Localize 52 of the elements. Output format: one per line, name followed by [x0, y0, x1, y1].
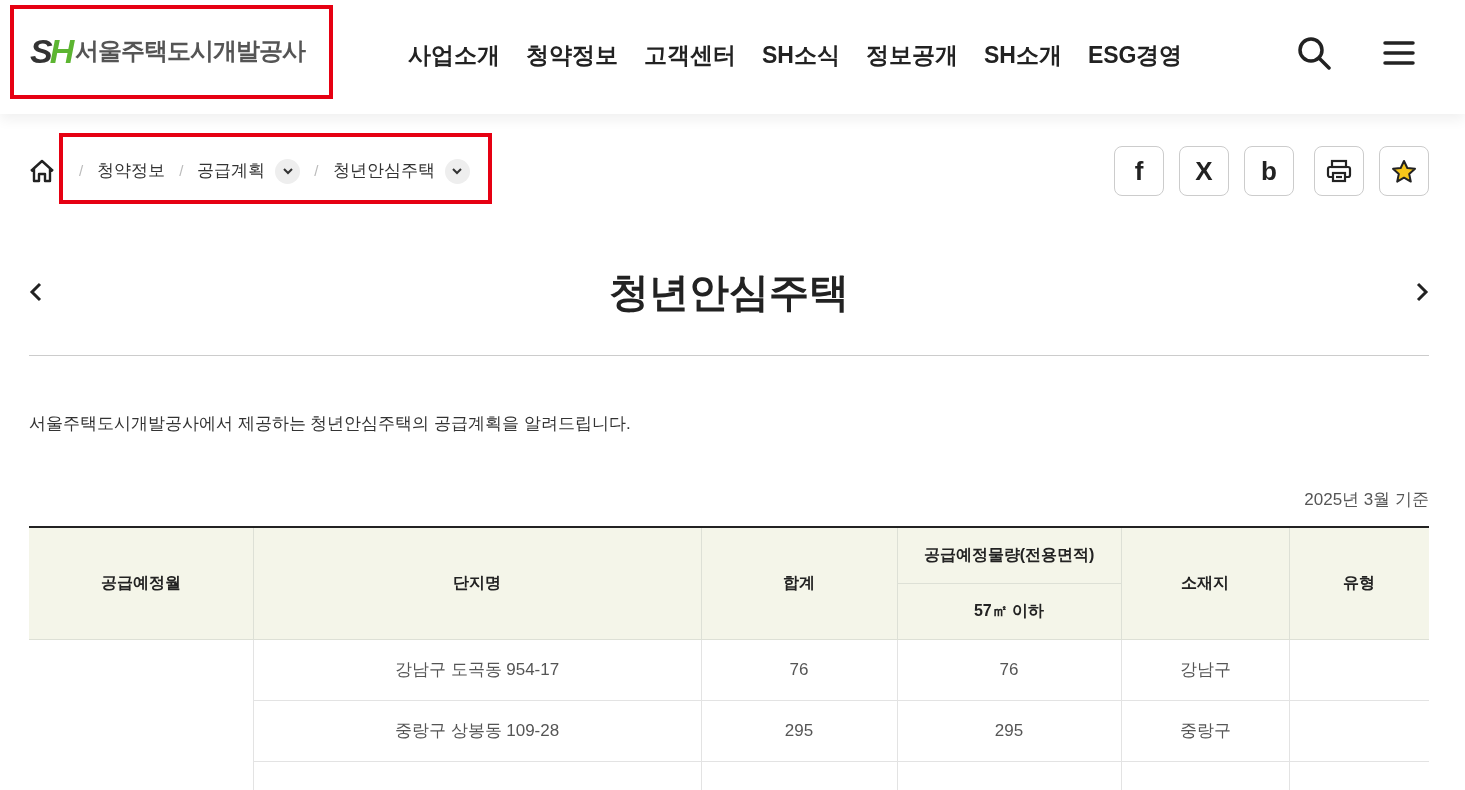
nav-link[interactable]: ESG경영 [1087, 38, 1183, 73]
column-header: 유형 [1289, 527, 1429, 639]
bookmark-button[interactable] [1379, 146, 1429, 196]
breadcrumb-link[interactable]: 청년안심주택 [332, 158, 435, 184]
nav-link[interactable]: SH소식 [762, 38, 840, 73]
print-button[interactable] [1314, 146, 1364, 196]
column-header: 단지명 [253, 527, 701, 639]
logo-mark[interactable]: SH [30, 34, 72, 68]
home-link[interactable] [29, 158, 55, 184]
home-icon [29, 159, 55, 184]
search-icon [1297, 36, 1331, 70]
table-cell: 76 [701, 639, 897, 700]
description-text: 서울주택도시개발공사에서 제공하는 청년안심주택의 공급계획을 알려드립니다. [29, 413, 632, 435]
dropdown-button[interactable] [275, 158, 301, 184]
column-header: 57㎡ 이하 [897, 583, 1121, 639]
column-header: 공급예정월 [29, 527, 253, 639]
table-cell: 중랑구 상봉동 109-28 [253, 700, 701, 761]
column-header: 공급예정물량(전용면적) [897, 527, 1121, 583]
chevron-down-icon [281, 167, 294, 175]
menu-button[interactable] [1383, 40, 1415, 66]
chevron-down-icon [451, 167, 463, 175]
star-icon [1391, 158, 1417, 184]
nav-link[interactable]: 정보공개 [865, 38, 958, 73]
printer-icon [1326, 159, 1352, 183]
share-button[interactable]: f [1114, 146, 1164, 196]
nav-link[interactable]: 사업소개 [408, 38, 500, 73]
share-button[interactable]: b [1244, 146, 1294, 196]
table-cell: 강남구 [1121, 639, 1289, 700]
date-note: 2025년 3월 기준 [1303, 488, 1429, 511]
table-cell: 295 [701, 700, 897, 761]
share-button[interactable]: X [1179, 146, 1229, 196]
chevron-right-icon [1415, 281, 1429, 304]
breadcrumb-link[interactable]: 공급계획 [197, 158, 266, 184]
chevron-left-icon [29, 281, 43, 304]
table-cell: 중랑구 [1121, 700, 1289, 761]
menu-icon [1383, 40, 1415, 66]
column-header: 합계 [701, 527, 897, 639]
table-cell: 295 [897, 700, 1121, 761]
breadcrumb-link[interactable]: 청약정보 [97, 158, 166, 184]
separator: / [79, 160, 84, 181]
logo-text[interactable]: 서울주택도시개발공사 [75, 33, 306, 69]
nav-link[interactable]: 청약정보 [526, 38, 618, 73]
column-header: 소재지 [1121, 527, 1289, 639]
dropdown-button[interactable] [444, 158, 470, 184]
table-cell: 76 [897, 639, 1121, 700]
nav-link[interactable]: 고객센터 [644, 38, 736, 73]
page-title: 청년안심주택 [609, 268, 849, 316]
nav-link[interactable]: SH소개 [983, 38, 1062, 73]
separator: / [179, 160, 184, 181]
search-button[interactable] [1297, 36, 1331, 70]
table-cell: 강남구 도곡동 954-17 [253, 639, 701, 700]
separator: / [314, 160, 319, 181]
